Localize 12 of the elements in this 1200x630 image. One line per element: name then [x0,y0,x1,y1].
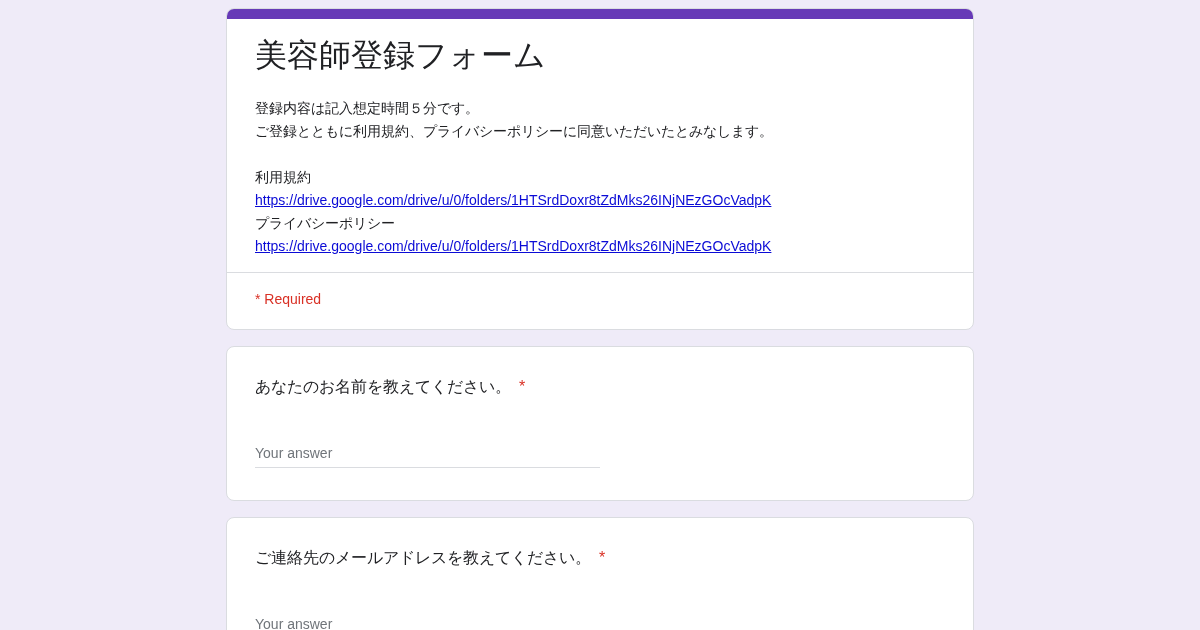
required-mark: * [519,377,526,397]
question-text: あなたのお名前を教えてください。 [255,377,511,397]
form-title: 美容師登録フォーム [255,36,547,75]
description-line: 登録内容は記入想定時間５分です。 [255,99,479,118]
document-link[interactable]: https://drive.google.com/drive/u/0/folders/1HTSrdDoxr8tZdMks26INjNEzGOcVadpK [255,235,772,258]
link-label: 利用規約 [255,168,311,187]
required-note: * Required [254,290,323,309]
document-link[interactable]: https://drive.google.com/drive/u/0/folders/1HTSrdDoxr8tZdMks26INjNEzGOcVadpK [255,189,772,212]
question-text: ご連絡先のメールアドレスを教えてください。 [255,548,591,568]
description-line: ご登録とともに利用規約、プライバシーポリシーに同意いただいたとみなします。 [255,122,773,141]
link-label: プライバシーポリシー [255,214,395,233]
required-mark: * [599,548,606,568]
